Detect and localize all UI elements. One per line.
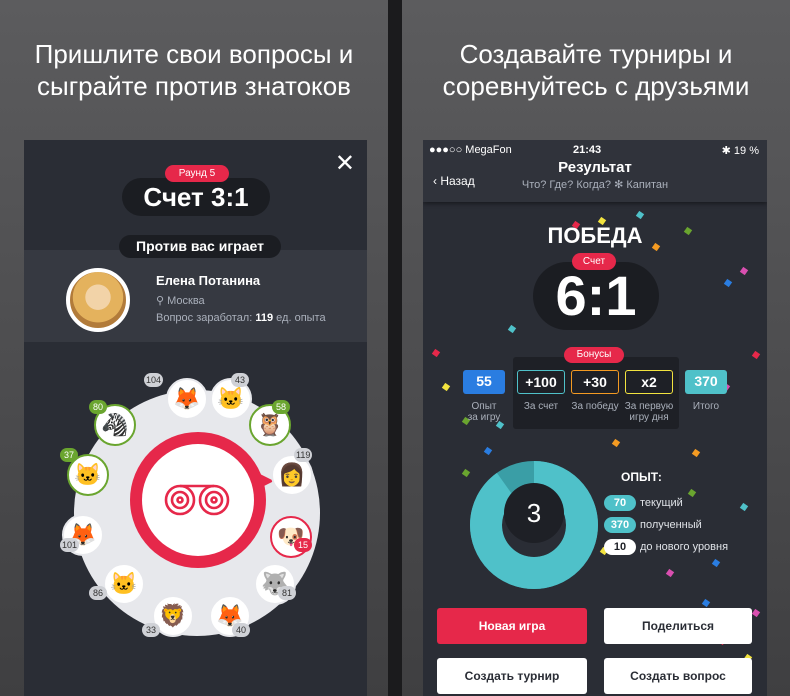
fox-icon: 🦊 [173, 386, 201, 411]
wheel-question-count: 119 [294, 448, 313, 462]
wheel-question-count: 33 [142, 623, 160, 637]
xp-label: до нового уровня [640, 541, 729, 553]
reward-value: +30 [571, 370, 619, 394]
xp-label: полученный [640, 519, 702, 531]
wheel-question-fox-icon[interactable]: 🦊 [166, 378, 208, 420]
left-caption: Пришлите свои вопросы и сыграйте против … [0, 38, 388, 102]
against-label: Против вас играет [119, 235, 281, 258]
xp-value: 70 [604, 495, 636, 511]
location-pin-icon: ⚲ [156, 295, 168, 307]
owl-icon: 🦉 [256, 412, 284, 437]
battery-status: ✱ 19 % [721, 145, 759, 157]
confetti-piece [431, 348, 441, 358]
right-caption-line-1: Создавайте турниры и [459, 39, 733, 69]
earned-suffix: ед. опыта [276, 312, 326, 324]
opponent-city-text: Москва [167, 295, 205, 307]
earned-prefix: Вопрос заработал: [156, 312, 253, 324]
create-question-button[interactable]: Создать вопрос [604, 658, 752, 694]
wheel-question-count: 43 [231, 373, 249, 387]
confetti-piece [635, 210, 645, 220]
wheel-question-count: 37 [60, 448, 78, 462]
round-score: Счет 3:1 [122, 178, 270, 216]
back-button[interactable]: ‹ Назад [433, 174, 475, 188]
opponent-city: ⚲ Москва [156, 294, 205, 307]
xp-label: текущий [640, 497, 683, 509]
wheel-question-count: 40 [232, 623, 250, 637]
confetti-piece [701, 598, 711, 608]
wheel-question-count: 58 [272, 400, 290, 414]
confetti-piece [441, 382, 451, 392]
confetti-piece [751, 608, 761, 618]
score-badge: Счет [572, 253, 616, 270]
wheel-question-count: 104 [144, 373, 164, 387]
right-caption-line-2: соревнуйтесь с друзьями [442, 71, 750, 101]
confetti-piece [739, 502, 749, 512]
confetti-piece [507, 324, 517, 334]
wheel-question-count: 101 [60, 538, 80, 552]
opponent-name: Елена Потанина [156, 273, 261, 288]
victory-title: ПОБЕДА [547, 223, 643, 248]
wheel-question-count: 80 [89, 400, 107, 414]
left-caption-line-2: сыграйте против знатоков [37, 71, 351, 101]
new-game-button[interactable]: Новая игра [437, 608, 587, 644]
game-result-screen: ●●●○○ MegaFon 21:43 ✱ 19 % Результат Что… [423, 140, 767, 696]
create-tournament-button[interactable]: Создать турнир [437, 658, 587, 694]
confetti-piece [687, 488, 697, 498]
confetti-piece [611, 438, 621, 448]
share-button[interactable]: Поделиться [604, 608, 752, 644]
reward-value: +100 [517, 370, 565, 394]
confetti-piece [665, 568, 675, 578]
right-promo-panel: Создавайте турниры и соревнуйтесь с друз… [402, 0, 790, 696]
round-badge: Раунд 5 [165, 165, 229, 182]
wheel-question-count: 81 [278, 586, 296, 600]
opponent-earned: Вопрос заработал: 119 ед. опыта [156, 312, 326, 324]
xp-row: 10 до нового уровня [604, 539, 728, 555]
status-time: 21:43 [573, 144, 602, 156]
confetti-piece [751, 350, 761, 360]
cat-icon: 🐱 [217, 386, 245, 411]
round-result-screen: ✕ Счет 3:1 Раунд 5 Против вас играет Еле… [24, 140, 367, 696]
xp-row: 70 текущий [604, 495, 683, 511]
final-score: 6:1 [533, 262, 659, 330]
confetti-piece [461, 468, 471, 478]
reward-value: 55 [463, 370, 505, 394]
zebra-icon: 🦓 [101, 412, 129, 437]
level-number: 3 [504, 483, 564, 543]
owl-logo-icon [164, 484, 230, 516]
right-caption: Создавайте турниры и соревнуйтесь с друз… [402, 38, 790, 102]
wheel-question-count: 15 [294, 538, 312, 552]
earned-value: 119 [255, 312, 274, 324]
nav-bar: ●●●○○ MegaFon 21:43 ✱ 19 % Результат Что… [423, 140, 767, 202]
reward-value: x2 [625, 370, 673, 394]
reward-label: Итого [692, 401, 720, 412]
reward-label: За первую игру дня [624, 401, 674, 423]
lion-icon: 🦁 [159, 603, 187, 628]
confetti-piece [483, 446, 493, 456]
xp-title: ОПЫТ: [621, 470, 662, 484]
carrier-signal: ●●●○○ MegaFon [429, 144, 512, 156]
confetti-piece [711, 558, 721, 568]
wheel-question-cat-icon[interactable]: 🐱 [103, 563, 145, 605]
xp-value: 10 [604, 539, 636, 555]
wheel-question-count: 86 [89, 586, 107, 600]
confetti-piece [739, 266, 749, 276]
reward-value: 370 [685, 370, 727, 394]
opponent-avatar [66, 268, 130, 332]
left-caption-line-1: Пришлите свои вопросы и [34, 39, 354, 69]
left-promo-panel: Пришлите свои вопросы и сыграйте против … [0, 0, 388, 696]
close-icon[interactable]: ✕ [335, 152, 355, 176]
reward-label: Опыт за игру [467, 401, 501, 423]
bonus-badge: Бонусы [564, 347, 624, 363]
confetti-piece [723, 278, 733, 288]
cat-icon: 🐱 [110, 571, 138, 596]
player-photo: 👩 [278, 462, 306, 487]
confetti-piece [691, 448, 701, 458]
xp-row: 370 полученный [604, 517, 702, 533]
xp-value: 370 [604, 517, 636, 533]
cat-icon: 🐱 [74, 462, 102, 487]
